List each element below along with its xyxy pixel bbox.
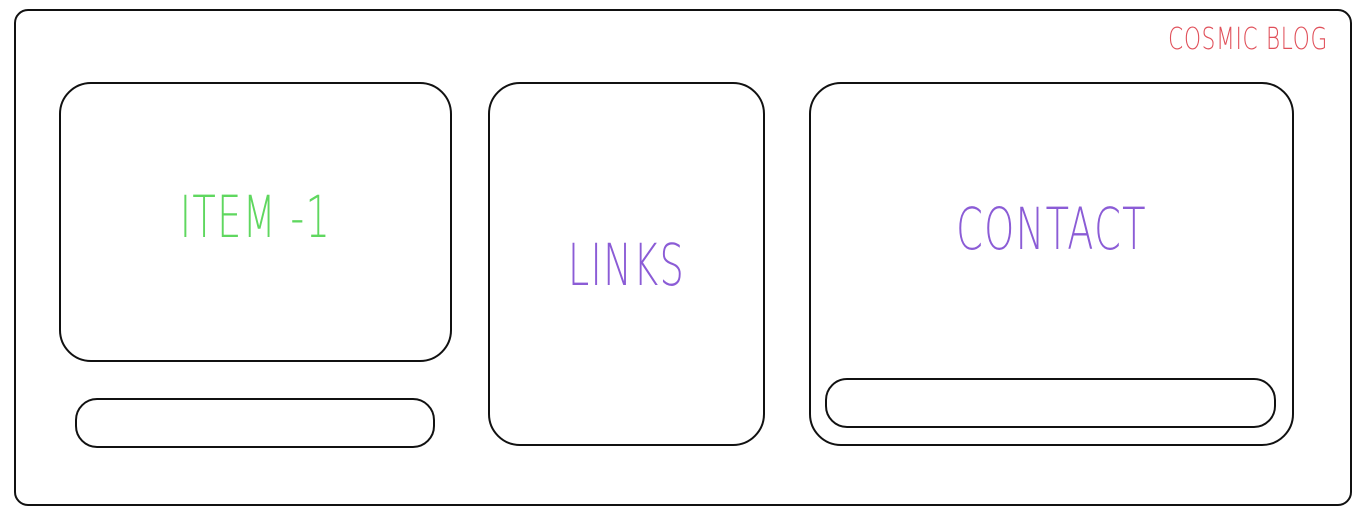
brand-title[interactable]: COSMIC BLOG <box>1168 25 1328 55</box>
page-frame: COSMIC BLOG ITEM -1 LINKS CONTACT <box>14 9 1352 506</box>
links-card[interactable]: LINKS <box>488 82 765 446</box>
item-pill-button[interactable] <box>75 398 435 448</box>
contact-pill-input[interactable] <box>825 378 1276 428</box>
links-card-label: LINKS <box>567 231 686 299</box>
item-card-label: ITEM -1 <box>179 183 332 251</box>
contact-card-label: CONTACT <box>956 195 1147 263</box>
item-card[interactable]: ITEM -1 <box>59 82 452 362</box>
contact-card[interactable]: CONTACT <box>809 82 1294 446</box>
